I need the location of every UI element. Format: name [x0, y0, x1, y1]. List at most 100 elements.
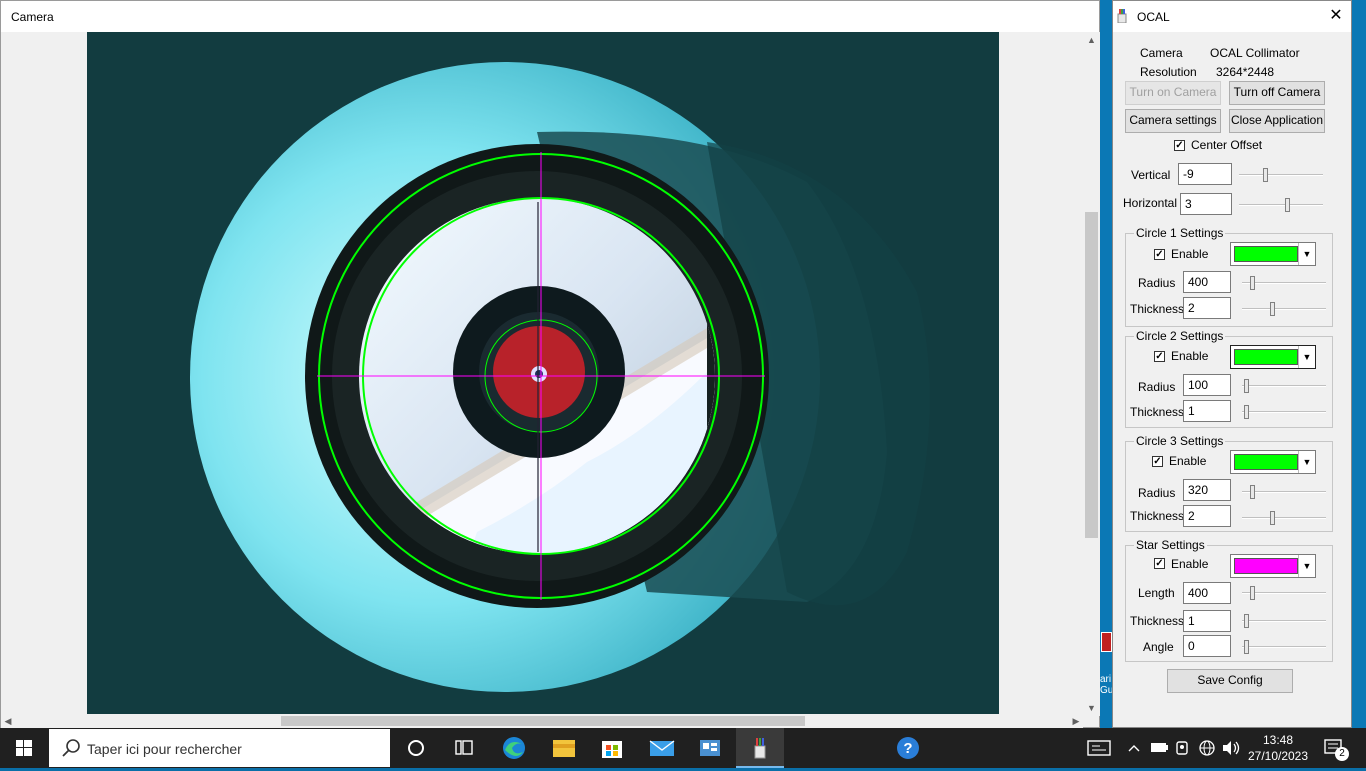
circle-3-thickness-slider-thumb[interactable] — [1270, 511, 1275, 525]
scroll-right-icon[interactable]: ▶ — [1069, 714, 1083, 728]
desktop-shortcut-label: ari Gu — [1100, 674, 1112, 696]
circle-1-color-picker[interactable]: ▼ — [1230, 242, 1316, 266]
circle-3-radius-input[interactable]: 320 — [1183, 479, 1231, 501]
chevron-down-icon[interactable]: ▼ — [1298, 346, 1315, 368]
turn-off-camera-button[interactable]: Turn off Camera — [1229, 81, 1325, 105]
circle-2-color-swatch — [1234, 349, 1298, 365]
circle-2-color-picker[interactable]: ▼ — [1230, 345, 1316, 369]
circle-2-thickness-slider[interactable] — [1242, 403, 1326, 421]
star-angle-input[interactable]: 0 — [1183, 635, 1231, 657]
close-icon[interactable]: ✕ — [1323, 4, 1349, 28]
chevron-down-icon[interactable]: ▼ — [1298, 555, 1315, 577]
circle-2-enable-checkbox[interactable]: ✓ — [1154, 351, 1165, 362]
edge-icon[interactable] — [490, 728, 538, 768]
news-widget-icon[interactable] — [1084, 728, 1114, 768]
volume-icon[interactable] — [1220, 728, 1242, 768]
circle-3-color-picker[interactable]: ▼ — [1230, 450, 1316, 474]
cortana-icon[interactable] — [392, 728, 440, 768]
horizontal-slider[interactable] — [1239, 196, 1323, 214]
scroll-up-icon[interactable]: ▲ — [1083, 32, 1100, 48]
circle-1-enable-checkbox[interactable]: ✓ — [1154, 249, 1165, 260]
save-config-button[interactable]: Save Config — [1167, 669, 1293, 693]
circle-1-thickness-input[interactable]: 2 — [1183, 297, 1231, 319]
turn-on-camera-button[interactable]: Turn on Camera — [1125, 81, 1221, 105]
taskbar-search-box[interactable]: Taper ici pour rechercher — [49, 729, 390, 767]
circle-1-radius-slider[interactable] — [1242, 274, 1326, 292]
close-application-button[interactable]: Close Application — [1229, 109, 1325, 133]
circle-3-thickness-input[interactable]: 2 — [1183, 505, 1231, 527]
center-offset-checkbox[interactable]: ✓ — [1174, 140, 1185, 151]
chevron-down-icon[interactable]: ▼ — [1298, 243, 1315, 265]
scroll-left-icon[interactable]: ◀ — [1, 714, 15, 728]
help-icon[interactable]: ? — [884, 728, 932, 768]
store-icon[interactable] — [588, 728, 636, 768]
horizontal-input[interactable]: 3 — [1180, 193, 1232, 215]
scroll-down-icon[interactable]: ▼ — [1083, 700, 1100, 716]
camera-vertical-scrollbar[interactable]: ▲ ▼ — [1083, 32, 1100, 716]
task-view-icon[interactable] — [440, 728, 488, 768]
camera-settings-button[interactable]: Camera settings — [1125, 109, 1221, 133]
vertical-slider-thumb[interactable] — [1263, 168, 1268, 182]
circle-3-radius-slider[interactable] — [1242, 483, 1326, 501]
battery-icon[interactable] — [1148, 728, 1170, 768]
circle-1-thickness-slider[interactable] — [1242, 300, 1326, 318]
chevron-up-icon[interactable] — [1124, 728, 1144, 768]
mail-icon[interactable] — [638, 728, 686, 768]
ocal-app-icon — [1117, 9, 1127, 23]
clock-date: 27/10/2023 — [1247, 749, 1309, 763]
vertical-input[interactable]: -9 — [1178, 163, 1232, 185]
star-thickness-slider[interactable] — [1242, 612, 1326, 630]
star-color-picker[interactable]: ▼ — [1230, 554, 1316, 578]
ocal-icon[interactable] — [736, 728, 784, 768]
circle-1-radius-slider-thumb[interactable] — [1250, 276, 1255, 290]
resolution-value: 3264*2448 — [1216, 65, 1275, 79]
taskbar-clock[interactable]: 13:48 27/10/2023 — [1246, 732, 1310, 764]
star-length-slider[interactable] — [1242, 584, 1326, 602]
desktop-shortcut-icon[interactable] — [1101, 632, 1112, 652]
circle-1-radius-input[interactable]: 400 — [1183, 271, 1231, 293]
circle-3-thickness-slider[interactable] — [1242, 509, 1326, 527]
network-globe-icon[interactable] — [1196, 728, 1218, 768]
circle-2-settings-title: Circle 2 Settings — [1134, 329, 1226, 343]
star-thickness-slider-thumb[interactable] — [1244, 614, 1249, 628]
horizontal-slider-thumb[interactable] — [1285, 198, 1290, 212]
webcam-icon[interactable] — [1172, 728, 1194, 768]
camera-titlebar[interactable]: Camera — [1, 1, 1099, 32]
star-enable-checkbox[interactable]: ✓ — [1154, 558, 1165, 569]
vertical-slider[interactable] — [1239, 166, 1323, 184]
star-thickness-input[interactable]: 1 — [1183, 610, 1231, 632]
app-icon[interactable] — [686, 728, 734, 768]
chevron-down-icon[interactable]: ▼ — [1298, 451, 1315, 473]
circle-2-thickness-slider-thumb[interactable] — [1244, 405, 1249, 419]
circle-1-color-swatch — [1234, 246, 1298, 262]
circle-2-settings-group: Circle 2 Settings ✓ Enable ▼ Radius 100 … — [1125, 329, 1333, 428]
star-length-slider-thumb[interactable] — [1250, 586, 1255, 600]
center-offset-label: Center Offset — [1191, 138, 1263, 152]
camera-horizontal-scrollbar[interactable]: ◀ ▶ — [1, 714, 1083, 728]
circle-3-color-swatch — [1234, 454, 1298, 470]
notification-icon[interactable]: 2 — [1320, 728, 1350, 768]
circle-1-thickness-slider-thumb[interactable] — [1270, 302, 1275, 316]
circle-3-radius-slider-thumb[interactable] — [1250, 485, 1255, 499]
horizontal-label: Horizontal — [1123, 196, 1178, 210]
ocal-titlebar[interactable]: OCAL ✕ — [1113, 1, 1351, 32]
file-explorer-icon[interactable] — [540, 728, 588, 768]
star-settings-title: Star Settings — [1134, 538, 1207, 552]
circle-2-radius-input[interactable]: 100 — [1183, 374, 1231, 396]
star-angle-slider[interactable] — [1242, 638, 1326, 656]
circle-3-radius-label: Radius — [1138, 486, 1176, 500]
search-icon — [62, 739, 80, 757]
circle-1-enable-label: Enable — [1171, 247, 1209, 261]
circle-2-thickness-input[interactable]: 1 — [1183, 400, 1231, 422]
circle-2-radius-slider[interactable] — [1242, 377, 1326, 395]
horizontal-scroll-thumb[interactable] — [281, 716, 805, 726]
circle-2-radius-slider-thumb[interactable] — [1244, 379, 1249, 393]
circle-3-thickness-label: Thickness — [1130, 509, 1185, 523]
circle-3-settings-group: Circle 3 Settings ✓ Enable ▼ Radius 320 … — [1125, 434, 1333, 532]
windows-start-icon[interactable] — [0, 728, 48, 768]
camera-feed — [87, 32, 999, 716]
star-angle-slider-thumb[interactable] — [1244, 640, 1249, 654]
star-length-input[interactable]: 400 — [1183, 582, 1231, 604]
vertical-scroll-thumb[interactable] — [1085, 212, 1098, 538]
circle-3-enable-checkbox[interactable]: ✓ — [1152, 456, 1163, 467]
